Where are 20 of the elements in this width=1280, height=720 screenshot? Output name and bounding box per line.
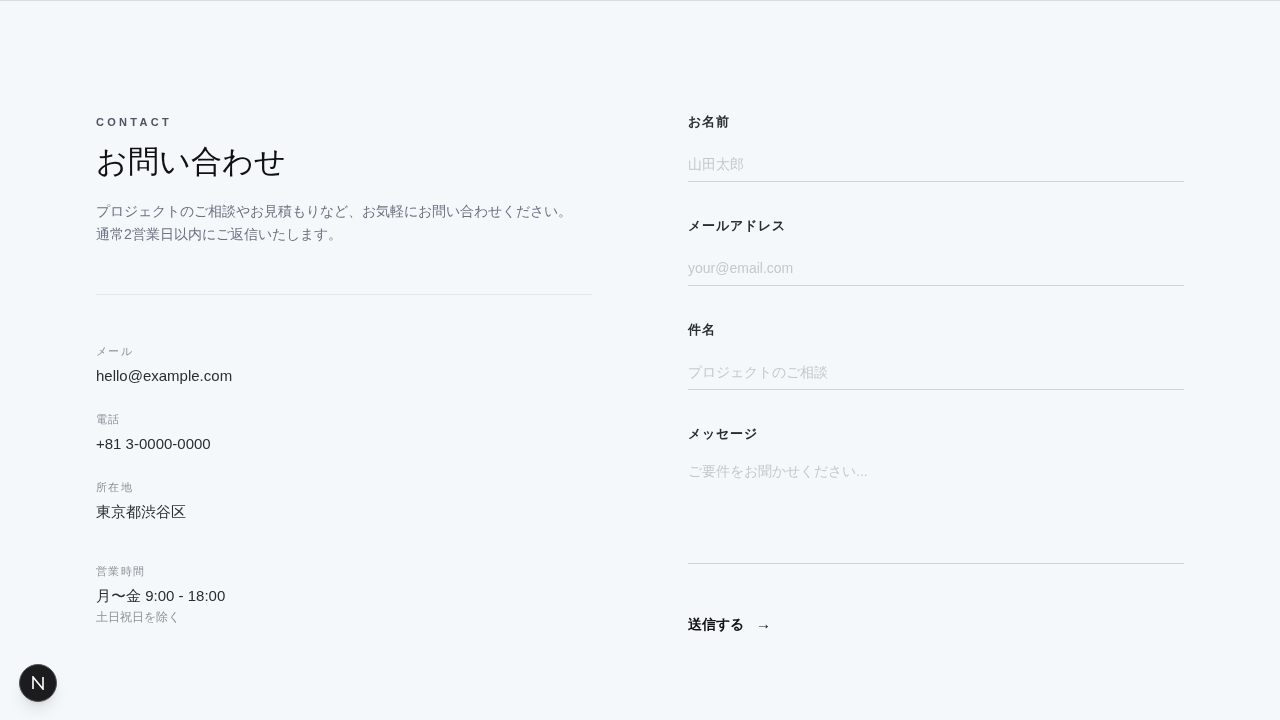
eyebrow-text: CONTACT: [96, 115, 174, 130]
info-label: 電話: [96, 412, 122, 427]
logo-icon: [31, 676, 45, 690]
field-label: メッセージ: [688, 426, 760, 442]
field-label: メールアドレス: [688, 218, 788, 234]
info-value: 月〜金 9:00 - 18:00: [96, 586, 227, 606]
logo-badge[interactable]: [19, 664, 57, 702]
info-label: メール: [96, 344, 134, 359]
info-value: 東京都渋谷区: [96, 502, 187, 522]
info-value: hello@example.com: [96, 366, 234, 386]
info-label: 所在地: [96, 480, 134, 495]
info-note: 土日祝日を除く: [96, 609, 181, 625]
page-title: お問い合わせ: [96, 143, 287, 181]
intro-line: プロジェクトのご相談やお見積もりなど、お気軽にお問い合わせください。: [96, 202, 573, 221]
info-value: +81 3-0000-0000: [96, 434, 212, 454]
field-label: お名前: [688, 114, 732, 130]
field-label: 件名: [688, 322, 718, 338]
submit-button[interactable]: 送信する →: [688, 612, 771, 636]
intro-line: 通常2営業日以内にご返信いたします。: [96, 225, 343, 244]
info-label: 営業時間: [96, 564, 147, 579]
